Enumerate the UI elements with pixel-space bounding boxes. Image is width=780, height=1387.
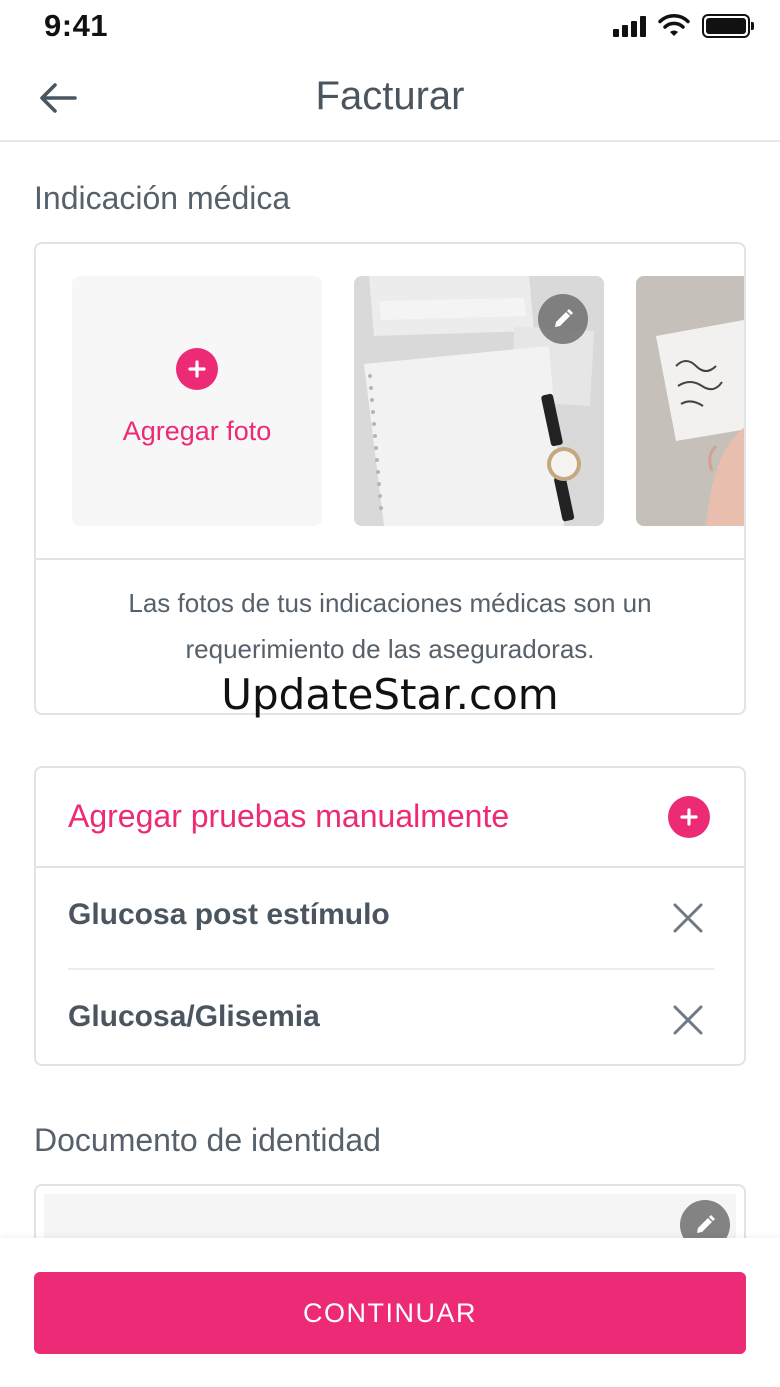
add-photo-button[interactable]: Agregar foto <box>72 276 322 526</box>
battery-icon <box>702 14 754 38</box>
test-item-label: Glucosa/Glisemia <box>68 1000 320 1033</box>
close-icon <box>673 903 703 933</box>
add-tests-label: Agregar pruebas manualmente <box>68 798 510 834</box>
test-item-label: Glucosa post estímulo <box>68 898 390 931</box>
pencil-icon <box>697 1215 715 1233</box>
status-time: 9:41 <box>44 8 109 43</box>
plus-icon <box>176 348 218 390</box>
bottom-bar: CONTINUAR <box>0 1238 780 1387</box>
tests-card: Agregar pruebas manualmente Glucosa post… <box>34 766 746 1066</box>
plus-icon <box>668 796 710 838</box>
pencil-icon <box>555 309 573 327</box>
add-photo-label: Agregar foto <box>122 416 272 446</box>
photos-requirement-note: Las fotos de tus indicaciones médicas so… <box>128 588 652 664</box>
medical-indication-label: Indicación médica <box>34 180 291 216</box>
edit-photo-button[interactable] <box>538 294 588 344</box>
watermark: UpdateStar.com <box>221 670 559 719</box>
page-title: Facturar <box>315 74 465 118</box>
continue-button[interactable]: CONTINUAR <box>34 1272 746 1354</box>
photo-thumbnail[interactable] <box>354 276 604 526</box>
test-item: Glucosa/Glisemia <box>68 968 714 1068</box>
photos-carousel[interactable]: Agregar foto <box>36 244 744 560</box>
handwritten-card-photo <box>636 276 744 526</box>
status-icons <box>613 14 754 38</box>
status-bar: 9:41 <box>0 0 780 56</box>
header: Facturar <box>0 56 780 142</box>
photo-thumbnail[interactable] <box>636 276 744 526</box>
signal-icon <box>613 15 646 37</box>
wifi-icon <box>658 14 690 36</box>
add-tests-manually-button[interactable]: Agregar pruebas manualmente <box>36 768 744 868</box>
remove-test-button[interactable] <box>670 900 706 936</box>
close-icon <box>673 1005 703 1035</box>
identity-document-label: Documento de identidad <box>34 1122 381 1158</box>
test-item: Glucosa post estímulo <box>68 868 714 968</box>
photos-card: Agregar foto Las fotos de tus indicacion… <box>34 242 746 715</box>
remove-test-button[interactable] <box>670 1002 706 1038</box>
